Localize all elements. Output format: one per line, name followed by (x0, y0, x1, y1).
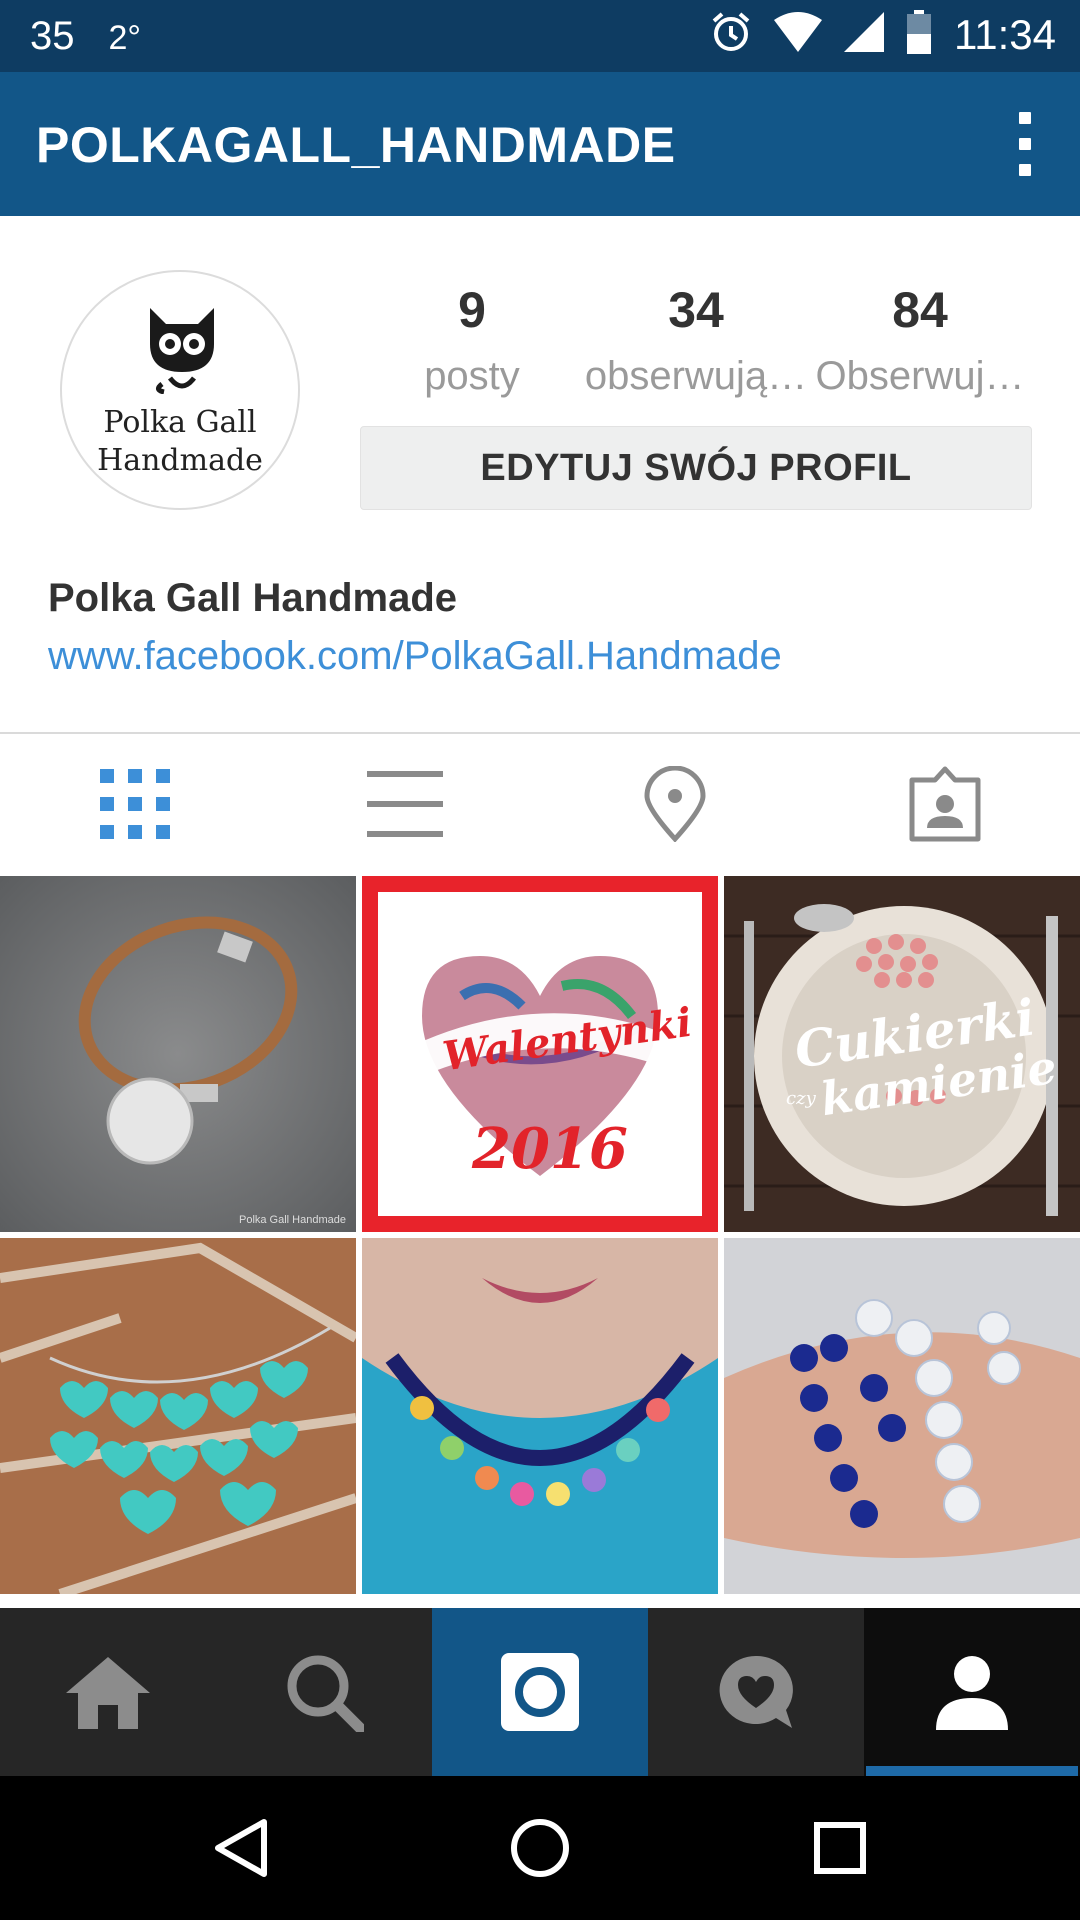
stat-followers-count: 34 (668, 282, 724, 338)
tab-grid-view[interactable] (0, 734, 270, 874)
post-thumbnail-1[interactable]: Polka Gall Handmade (0, 876, 356, 1232)
cat-logo-icon (150, 308, 214, 394)
avatar-text-line1: Polka Gall (103, 405, 257, 440)
activity-heart-icon (719, 1655, 793, 1728)
profile-full-name: Polka Gall Handmade (48, 576, 458, 620)
status-left: 35 2° (30, 14, 141, 59)
stat-posts-count: 9 (458, 282, 486, 338)
camera-icon (501, 1653, 579, 1731)
stat-following-label: Obserwuj… (815, 354, 1025, 398)
edit-profile-button[interactable]: EDYTUJ SWÓJ PROFIL (360, 426, 1032, 510)
overflow-menu-icon[interactable] (1010, 112, 1040, 176)
system-recents-button[interactable] (740, 1776, 940, 1920)
profile-icon (936, 1656, 1008, 1730)
nav-profile[interactable] (864, 1608, 1080, 1776)
signal-icon (844, 12, 884, 57)
nav-home[interactable] (0, 1608, 216, 1776)
system-home-button[interactable] (440, 1776, 640, 1920)
clock: 11:34 (954, 10, 1056, 58)
home-circle-icon (511, 1819, 569, 1877)
photo-grid: Polka Gall Handmade Walentynki 2016 Cuki… (0, 876, 1080, 1608)
stat-following-count: 84 (892, 282, 948, 338)
avatar-text-line2: Handmade (97, 443, 263, 478)
system-navigation-bar (0, 1776, 1080, 1920)
list-view-icon (367, 771, 443, 837)
stat-following[interactable]: 84 Obserwuj… (808, 278, 1032, 399)
status-bar: 35 2° 11:34 (0, 0, 1080, 72)
status-right: 11:34 (710, 10, 1056, 59)
alarm-icon (710, 11, 752, 58)
nav-camera[interactable] (432, 1608, 648, 1776)
tile-year: 2016 (472, 1116, 628, 1182)
home-icon (66, 1657, 150, 1729)
system-back-button[interactable] (140, 1776, 340, 1920)
avatar[interactable]: Polka Gall Handmade (60, 270, 300, 510)
nav-activity[interactable] (648, 1608, 864, 1776)
active-tab-indicator (866, 1766, 1078, 1776)
profile-username-title: POLKAGALL_HANDMADE (36, 117, 676, 173)
back-icon (215, 1819, 267, 1877)
search-icon (287, 1655, 364, 1732)
profile-website-link[interactable]: www.facebook.com/PolkaGall.Handmade (48, 634, 782, 679)
post-thumbnail-3[interactable]: Cukierki czy kamienie (724, 876, 1080, 1232)
stat-followers[interactable]: 34 obserwują… (584, 278, 808, 399)
stat-followers-label: obserwują… (584, 354, 808, 398)
wifi-icon (774, 12, 822, 57)
notification-count: 35 (30, 14, 75, 58)
battery-icon (906, 10, 932, 59)
post-thumbnail-6[interactable] (724, 1238, 1080, 1594)
app-bar: POLKAGALL_HANDMADE (0, 72, 1080, 216)
stat-posts[interactable]: 9 posty (360, 278, 584, 399)
bottom-navigation (0, 1608, 1080, 1776)
tagged-photos-icon (909, 766, 981, 842)
grid-view-icon (100, 769, 170, 839)
recents-icon (814, 1822, 866, 1874)
profile-stats: 9 posty 34 obserwują… 84 Obserwuj… (360, 278, 1050, 399)
temperature: 2° (108, 19, 142, 57)
profile-view-tabs (0, 734, 1080, 874)
nav-search[interactable] (216, 1608, 432, 1776)
tile-caption-small: czy (786, 1088, 816, 1109)
tab-tagged-photos[interactable] (810, 734, 1080, 874)
map-pin-icon (644, 766, 706, 842)
tab-map-view[interactable] (540, 734, 810, 874)
post-thumbnail-5[interactable] (362, 1238, 718, 1594)
post-thumbnail-2[interactable]: Walentynki 2016 (362, 876, 718, 1232)
stat-posts-label: posty (424, 354, 520, 398)
tab-list-view[interactable] (270, 734, 540, 874)
post-thumbnail-4[interactable] (0, 1238, 356, 1594)
watermark: Polka Gall Handmade (238, 1214, 346, 1226)
